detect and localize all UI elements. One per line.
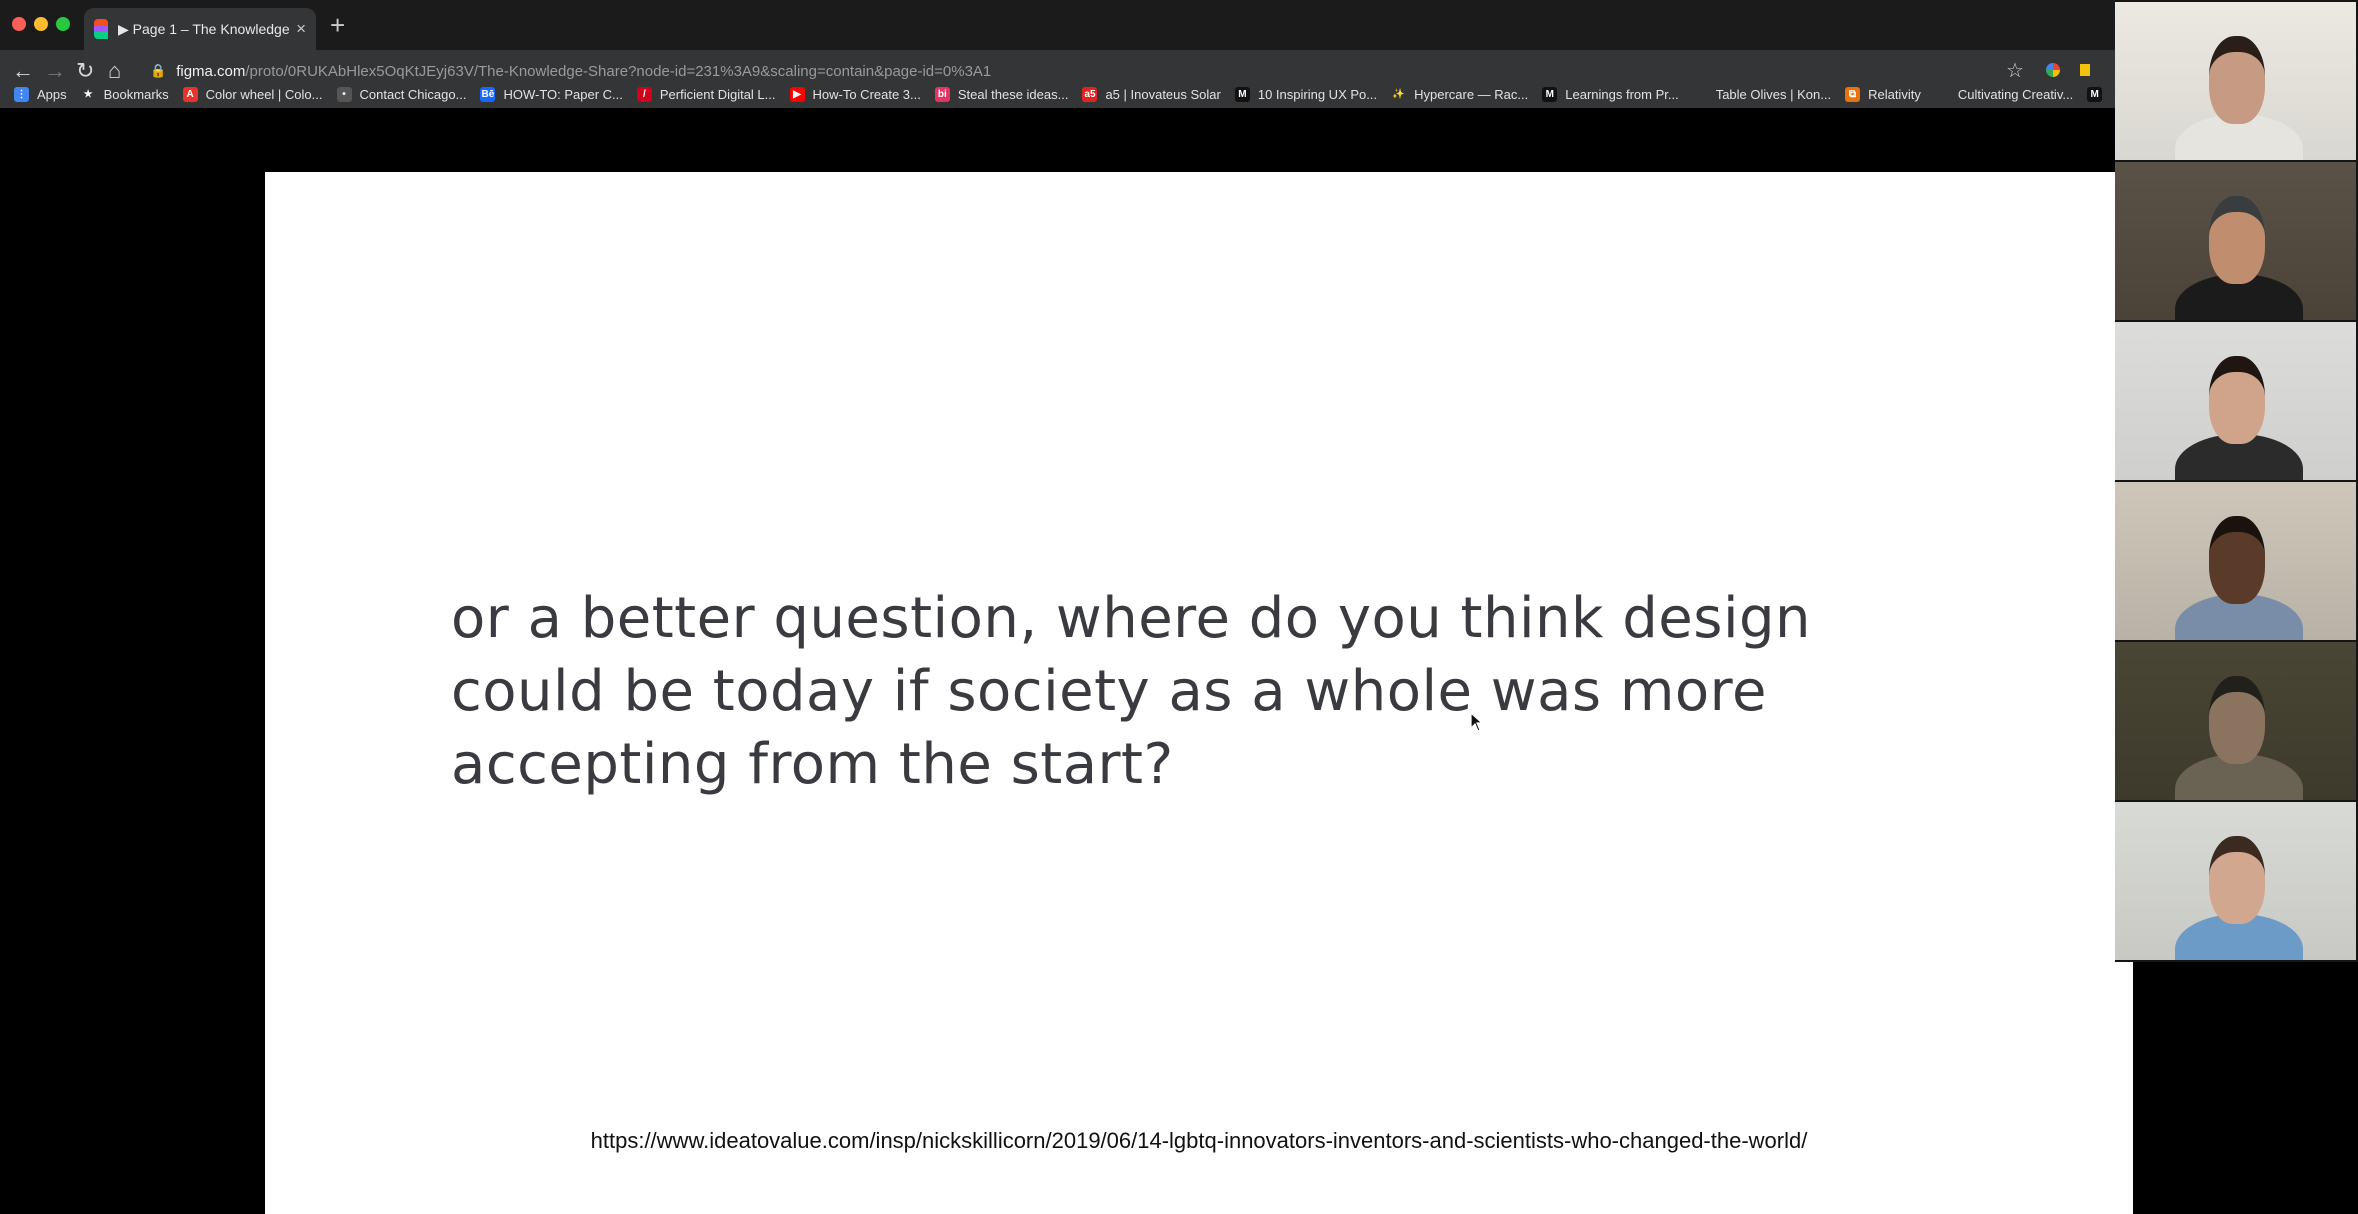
- sparkle-icon: ✨: [1391, 86, 1407, 102]
- site-icon: [1934, 86, 1950, 102]
- bookmark-item[interactable]: a5 a5 | Inovateus Solar: [1082, 86, 1221, 102]
- bookmark-item[interactable]: Cultivating Creativ...: [1934, 86, 2074, 102]
- bookmark-label: 10 Inspiring UX Po...: [1257, 86, 1378, 102]
- bookmark-label: Apps: [37, 86, 67, 102]
- bookmark-item[interactable]: M 10 Inspiring UX Po...: [1234, 86, 1378, 102]
- bookmark-item[interactable]: / Perficient Digital L...: [636, 86, 776, 102]
- participant-head: [2209, 836, 2265, 924]
- prototype-slide[interactable]: or a better question, where do you think…: [265, 172, 2133, 1214]
- video-participants-panel: [2115, 0, 2358, 962]
- bookmark-label: Table Olives | Kon...: [1715, 86, 1832, 102]
- medium-icon: M: [1542, 86, 1558, 102]
- participant-head: [2209, 676, 2265, 764]
- perficient-icon: /: [636, 86, 652, 102]
- bookmark-label: HOW-TO: Paper C...: [503, 86, 623, 102]
- close-tab-icon[interactable]: ×: [296, 19, 306, 39]
- youtube-icon: ▶: [789, 86, 805, 102]
- mouse-cursor-icon: [1470, 712, 1484, 732]
- lock-icon: 🔒: [150, 63, 167, 78]
- bookmark-item[interactable]: ▶ How-To Create 3...: [789, 86, 921, 102]
- slide-source-url: https://www.ideatovalue.com/insp/nickski…: [590, 1128, 1808, 1153]
- relativity-icon: ⧉: [1845, 86, 1861, 102]
- medium-icon: M: [1234, 86, 1250, 102]
- star-icon: ★: [80, 86, 96, 102]
- participant-head: [2209, 516, 2265, 604]
- bookmark-label: a5 | Inovateus Solar: [1105, 86, 1221, 102]
- adobe-icon: A: [182, 86, 198, 102]
- bookmark-item[interactable]: ✨ Hypercare — Rac...: [1391, 86, 1529, 102]
- site-icon: bi: [934, 86, 950, 102]
- browser-tab-active[interactable]: ▶ Page 1 – The Knowledge Sha ×: [84, 8, 316, 50]
- bookmark-label: Cultivating Creativ...: [1957, 86, 2074, 102]
- browser-tab-strip: ▶ Page 1 – The Knowledge Sha × +: [0, 0, 2115, 50]
- bookmark-item[interactable]: Table Olives | Kon...: [1692, 86, 1832, 102]
- bookmark-label: Contact Chicago...: [359, 86, 467, 102]
- participant-head: [2209, 36, 2265, 124]
- url-path: /proto/0RUKAbHlex5OqKtJEyj63V/The-Knowle…: [245, 62, 992, 80]
- participant-video-tile[interactable]: [2115, 162, 2356, 320]
- bookmarks-bar: ⋮ Apps ★ Bookmarks A Color wheel | Colo... • Co…: [0, 80, 2115, 108]
- bookmark-label: Bookmarks: [103, 86, 169, 102]
- extension-color-icon[interactable]: [2046, 63, 2060, 77]
- close-window-button[interactable]: [12, 17, 26, 31]
- participant-video-tile[interactable]: [2115, 642, 2356, 800]
- bookmark-label: Color wheel | Colo...: [205, 86, 323, 102]
- prototype-stage: or a better question, where do you think…: [0, 108, 2133, 1214]
- bookmark-item[interactable]: M: [2087, 86, 2110, 102]
- participant-video-tile[interactable]: [2115, 2, 2356, 160]
- bookmark-item[interactable]: ★ Bookmarks: [80, 86, 169, 102]
- participant-video-tile[interactable]: [2115, 802, 2356, 960]
- bookmark-item[interactable]: Bē HOW-TO: Paper C...: [480, 86, 623, 102]
- participant-head: [2209, 356, 2265, 444]
- medium-icon: M: [2087, 86, 2103, 102]
- bookmark-label: Perficient Digital L...: [659, 86, 776, 102]
- bookmark-item[interactable]: A Color wheel | Colo...: [182, 86, 323, 102]
- bookmark-item[interactable]: bi Steal these ideas...: [934, 86, 1069, 102]
- participant-video-tile[interactable]: [2115, 322, 2356, 480]
- extension-icon[interactable]: [2080, 64, 2090, 76]
- minimize-window-button[interactable]: [34, 17, 48, 31]
- figma-icon: [94, 19, 108, 40]
- new-tab-button[interactable]: +: [330, 10, 345, 40]
- site-icon: •: [336, 86, 352, 102]
- maximize-window-button[interactable]: [56, 17, 70, 31]
- tab-title: ▶ Page 1 – The Knowledge Sha: [118, 20, 290, 37]
- participant-video-tile[interactable]: [2115, 482, 2356, 640]
- bookmark-item[interactable]: ⋮ Apps: [14, 86, 67, 102]
- site-icon: a5: [1082, 86, 1098, 102]
- bookmark-label: Learnings from Pr...: [1565, 86, 1679, 102]
- slide-question-text: or a better question, where do you think…: [451, 586, 1812, 797]
- bookmark-label: Steal these ideas...: [957, 86, 1069, 102]
- apps-grid-icon: ⋮: [14, 86, 29, 102]
- participant-head: [2209, 196, 2265, 284]
- site-icon: [1692, 86, 1708, 102]
- bookmark-label: Hypercare — Rac...: [1414, 86, 1529, 102]
- behance-icon: Bē: [480, 86, 496, 102]
- bookmark-item[interactable]: • Contact Chicago...: [336, 86, 467, 102]
- url-host: figma.com: [176, 62, 246, 80]
- bookmark-item[interactable]: M Learnings from Pr...: [1542, 86, 1679, 102]
- bookmark-label: How-To Create 3...: [812, 86, 921, 102]
- bookmark-item[interactable]: ⧉ Relativity: [1845, 86, 1921, 102]
- bookmark-label: Relativity: [1868, 86, 1921, 102]
